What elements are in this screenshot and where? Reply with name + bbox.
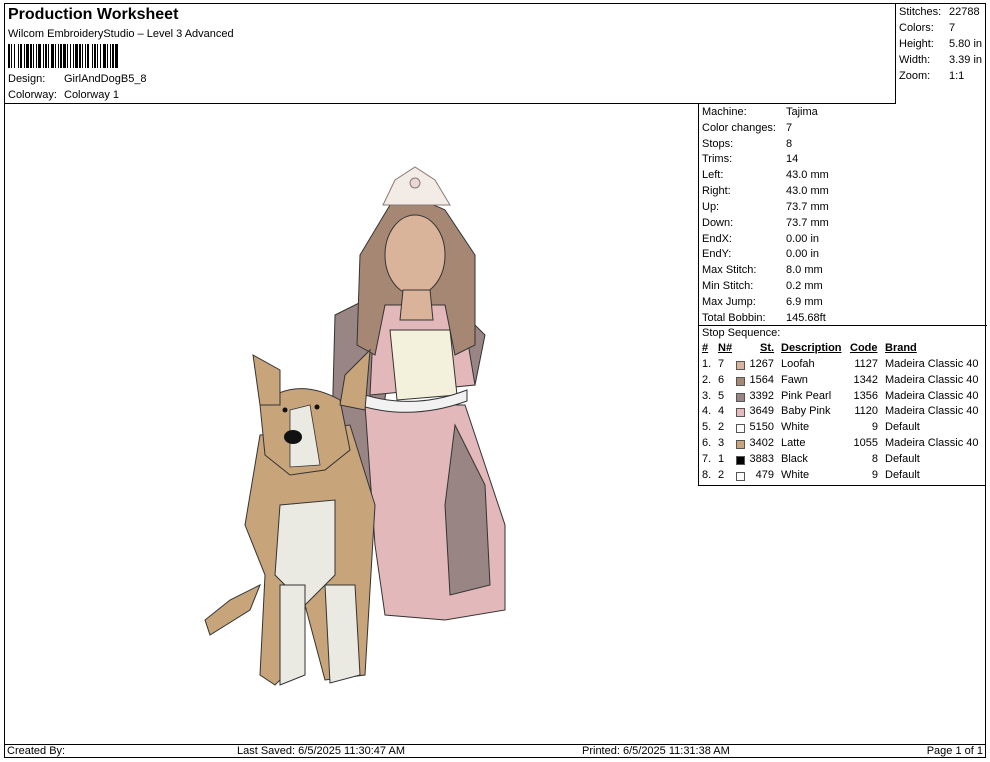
row-stitches: 3883 (749, 452, 774, 465)
row-description: Pink Pearl (781, 389, 832, 402)
row-code: 1055 (853, 437, 878, 449)
embroidery-preview (204, 166, 506, 686)
row-code: 1342 (853, 373, 878, 386)
row-brand: Madeira Classic 40 (885, 437, 979, 449)
row-needle: 2 (718, 421, 725, 434)
header-description: Description (781, 342, 842, 354)
design-value: GirlAndDogB5_8 (64, 73, 147, 85)
row-needle: 4 (718, 405, 725, 418)
row-num: 4. (702, 405, 712, 418)
row-description: Baby Pink (781, 405, 831, 418)
row-needle: 3 (718, 437, 725, 449)
color-swatch (736, 361, 745, 370)
row-stitches: 5150 (749, 421, 774, 434)
header-st: St. (760, 342, 775, 354)
design-label: Design: (8, 73, 46, 85)
row-num: 7. (702, 452, 712, 465)
row-code: 1356 (853, 389, 878, 402)
row-description: Latte (781, 437, 806, 449)
row-code: 8 (871, 452, 878, 465)
row-stitches: 3402 (749, 437, 774, 449)
created-by: Created By: (7, 745, 66, 757)
row-description: White (781, 468, 810, 481)
color-swatch (736, 440, 745, 449)
tiara-gem (409, 177, 421, 189)
row-needle: 1 (718, 452, 725, 465)
dog-leg-front (279, 584, 306, 686)
page-title: Production Worksheet (8, 6, 179, 23)
row-needle: 2 (718, 468, 725, 481)
row-stitches: 1564 (749, 373, 774, 386)
dog-leg-front-right (324, 584, 361, 684)
dog-eye-left (282, 407, 288, 413)
row-num: 8. (702, 468, 712, 481)
row-needle: 5 (718, 389, 725, 402)
header-num: # (702, 342, 709, 354)
printed-date: Printed: 6/5/2025 11:31:38 AM (582, 745, 730, 757)
row-brand: Madeira Classic 40 (885, 405, 979, 418)
row-brand: Madeira Classic 40 (885, 358, 979, 370)
footer: Created By: Last Saved: 6/5/2025 11:30:4… (4, 744, 986, 758)
row-num: 1. (702, 358, 712, 370)
row-stitches: 1267 (749, 358, 774, 370)
color-swatch (736, 392, 745, 402)
design-stats: Stitches: 22788 Colors: 7 Height: 5.80 i… (899, 6, 983, 82)
machine-info-panel: Machine: Tajima Color changes: 7 Stops: 8 T… (698, 104, 987, 486)
row-brand: Default (885, 468, 920, 481)
colorway-label: Colorway: (8, 89, 57, 101)
row-brand: Default (885, 452, 920, 465)
last-saved: Last Saved: 6/5/2025 11:30:47 AM (237, 745, 405, 757)
row-description: White (781, 421, 810, 434)
barcode-image (8, 44, 118, 68)
row-num: 2. (702, 373, 712, 386)
row-code: 1127 (854, 358, 878, 370)
row-description: Fawn (781, 373, 808, 386)
dog-eye-right (314, 404, 320, 410)
row-num: 6. (702, 437, 712, 449)
row-code: 9 (871, 468, 878, 481)
color-swatch (736, 424, 745, 434)
row-brand: Madeira Classic 40 (885, 373, 979, 386)
row-code: 9 (871, 421, 878, 434)
row-num: 3. (702, 389, 712, 402)
dog-tail (204, 583, 261, 636)
header-n: N# (718, 342, 733, 354)
row-description: Black (781, 452, 808, 465)
row-needle: 6 (718, 373, 725, 386)
color-swatch (736, 376, 745, 386)
row-num: 5. (702, 421, 712, 434)
row-description: Loofah (781, 358, 815, 370)
color-swatch (736, 455, 745, 465)
row-stitches: 3649 (749, 405, 774, 418)
dog-nose (284, 430, 302, 444)
dress-fold (444, 423, 491, 596)
row-stitches: 479 (755, 468, 774, 481)
row-needle: 7 (718, 358, 725, 370)
row-brand: Default (885, 421, 920, 434)
row-code: 1120 (854, 405, 878, 418)
page-number: Page 1 of 1 (926, 745, 983, 757)
color-swatch (736, 471, 745, 481)
color-swatch (736, 408, 745, 418)
dress-bodice (389, 329, 458, 401)
dog-ear-left (252, 354, 281, 406)
girl-neck (399, 289, 434, 321)
girl-face (384, 214, 446, 296)
header-brand: Brand (885, 342, 917, 354)
header-code: Code (850, 342, 878, 354)
software-name: Wilcom EmbroideryStudio – Level 3 Advanc… (8, 28, 234, 40)
row-brand: Madeira Classic 40 (885, 389, 979, 402)
row-stitches: 3392 (749, 389, 774, 402)
colorway-value: Colorway 1 (64, 89, 120, 101)
